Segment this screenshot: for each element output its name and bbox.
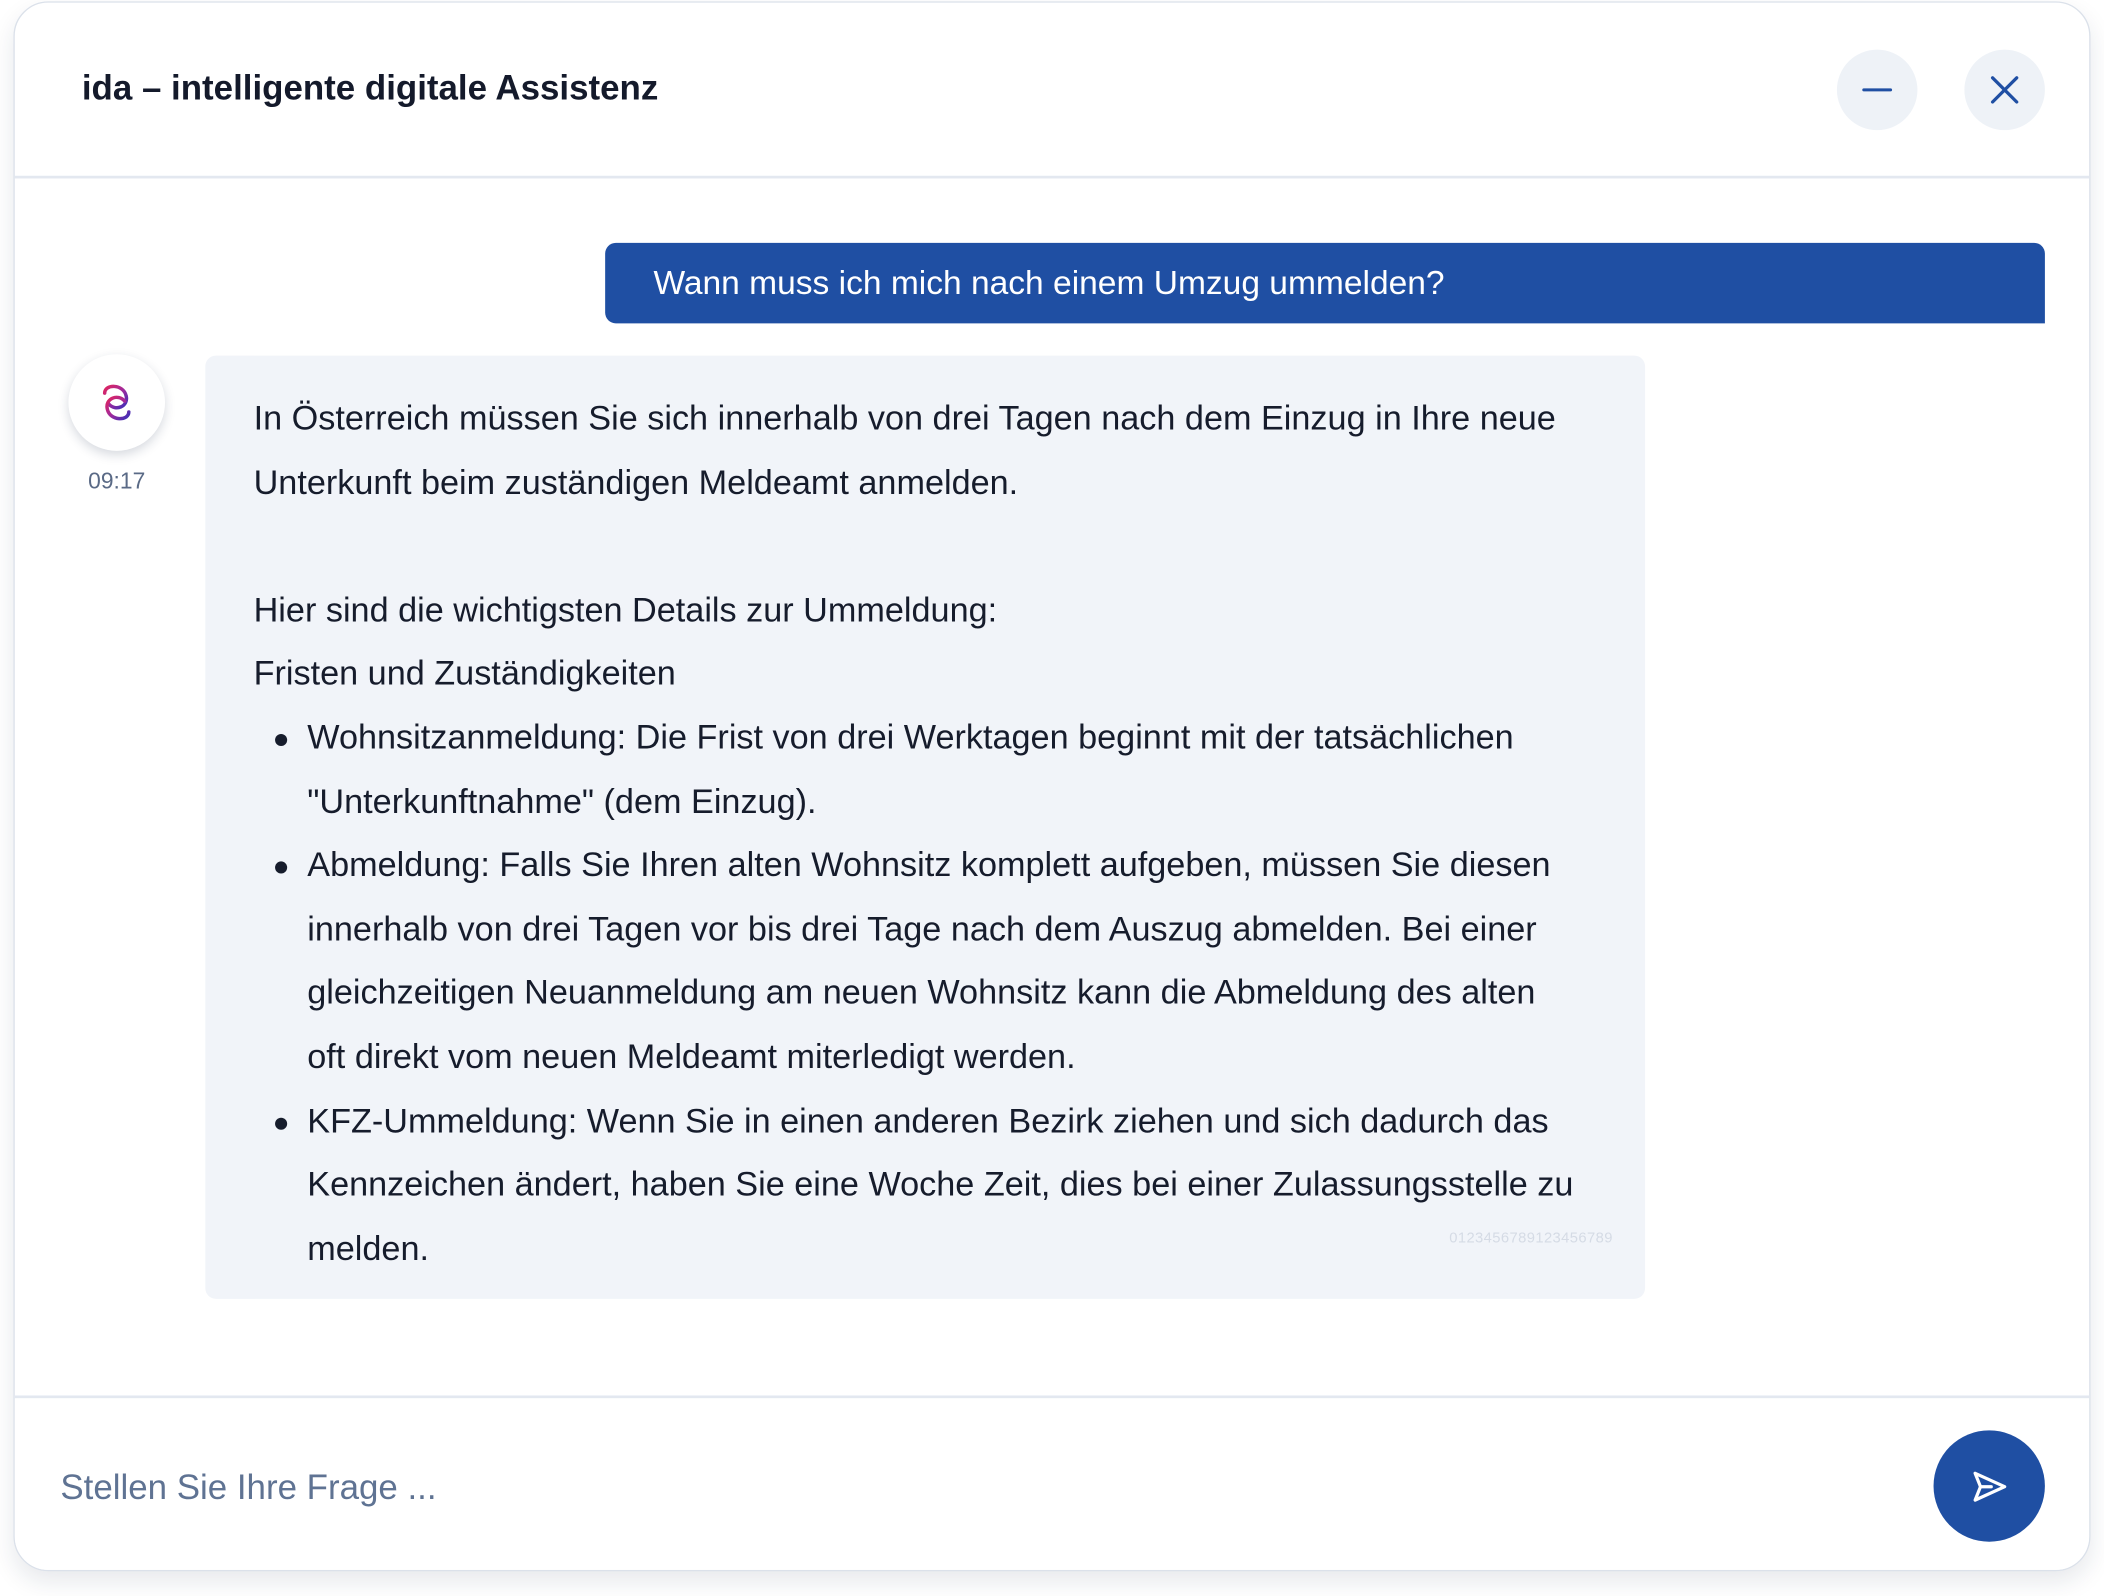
- send-icon: [1972, 1471, 2006, 1502]
- chat-window: ida – intelligente digitale Assistenz Wa…: [13, 1, 2091, 1572]
- minus-icon: [1862, 88, 1893, 92]
- list-item: Abmeldung: Falls Sie Ihren alten Wohnsit…: [254, 835, 1597, 1090]
- question-input[interactable]: [60, 1457, 1805, 1517]
- list-item: Wohnsitzanmeldung: Die Frist von drei We…: [254, 707, 1597, 835]
- message-watermark: 0123456789123456789: [1449, 1230, 1613, 1248]
- message-line: Unterkunft beim zuständigen Meldeamt anm…: [253, 463, 1019, 502]
- list-item: KFZ-Ummeldung: Wenn Sie in einen anderen…: [254, 1090, 1597, 1282]
- message-line: In Österreich müssen Sie sich innerhalb …: [253, 399, 1556, 438]
- assistant-message: In Österreich müssen Sie sich innerhalb …: [205, 355, 1646, 1299]
- ida-logo-icon: [102, 384, 131, 421]
- details-heading: Hier sind die wichtigsten Details zur Um…: [253, 591, 998, 630]
- close-button[interactable]: [1964, 49, 2045, 131]
- section-heading: Fristen und Zuständigkeiten: [253, 655, 676, 693]
- message-time: 09:17: [88, 468, 146, 494]
- composer: [14, 1395, 2090, 1570]
- assistant-avatar: [68, 354, 166, 451]
- chat-header: ida – intelligente digitale Assistenz: [14, 3, 2090, 179]
- close-icon: [1990, 76, 2019, 104]
- minimize-button[interactable]: [1836, 49, 1918, 131]
- send-button[interactable]: [1933, 1430, 2045, 1542]
- user-message: Wann muss ich mich nach einem Umzug umme…: [605, 242, 2045, 324]
- details-list: Wohnsitzanmeldung: Die Frist von drei We…: [254, 707, 1597, 1282]
- chat-title: ida – intelligente digitale Assistenz: [81, 67, 659, 108]
